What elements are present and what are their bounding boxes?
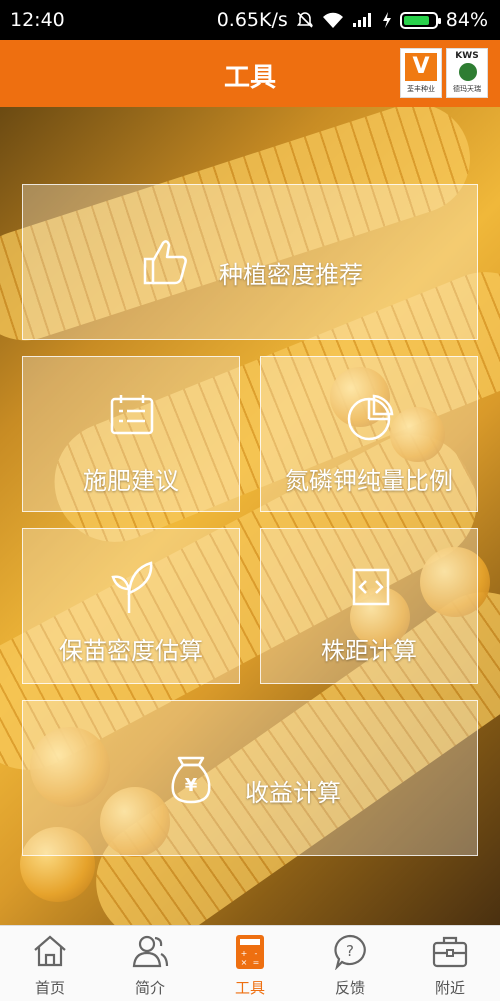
calculator-icon: + - × = bbox=[236, 935, 264, 969]
brand-logo: V 荃丰种业 bbox=[400, 48, 442, 98]
charging-icon bbox=[382, 12, 391, 28]
network-speed: 0.65K/s bbox=[216, 9, 288, 31]
arrows-box-icon bbox=[352, 568, 390, 606]
tile-npk-ratio-label: 氮磷钾纯量比例 bbox=[285, 467, 453, 495]
nav-intro[interactable]: 简介 bbox=[100, 926, 200, 1001]
svg-text:+: + bbox=[241, 949, 248, 958]
sprout-icon bbox=[111, 561, 153, 613]
pie-chart-icon bbox=[347, 394, 394, 441]
status-bar: 12:40 0.65K/s 84% bbox=[0, 0, 500, 40]
wifi-icon bbox=[322, 12, 343, 28]
app-header: 工具 V 荃丰种业 KWS 德玛天瑞 bbox=[0, 40, 500, 107]
tile-planting-density[interactable]: 种植密度推荐 bbox=[22, 184, 478, 340]
svg-text:×: × bbox=[241, 958, 248, 967]
svg-text:-: - bbox=[255, 949, 258, 958]
status-right: 0.65K/s 84% bbox=[217, 9, 488, 31]
calendar-list-icon bbox=[110, 395, 154, 435]
nav-tools[interactable]: + - × = 工具 bbox=[200, 926, 300, 1001]
kws-logo: KWS 德玛天瑞 bbox=[446, 48, 488, 98]
tile-fertilizer[interactable]: 施肥建议 bbox=[22, 356, 240, 512]
thumbs-up-icon bbox=[143, 240, 187, 285]
svg-text:=: = bbox=[253, 958, 260, 967]
tile-plant-spacing-label: 株距计算 bbox=[321, 637, 417, 665]
status-time: 12:40 bbox=[10, 9, 65, 31]
svg-text:?: ? bbox=[346, 942, 354, 960]
home-icon bbox=[34, 935, 66, 967]
bottom-nav: 首页 简介 + - × = 工具 ? 反馈 附近 bbox=[0, 925, 500, 1001]
nav-feedback-label: 反馈 bbox=[334, 979, 365, 997]
nav-home-label: 首页 bbox=[34, 979, 65, 997]
money-bag-icon: ¥ bbox=[171, 756, 211, 804]
nav-nearby[interactable]: 附近 bbox=[400, 926, 500, 1001]
svg-text:¥: ¥ bbox=[185, 775, 198, 796]
tile-seedling-density[interactable]: 保苗密度估算 bbox=[22, 528, 240, 684]
nav-intro-label: 简介 bbox=[134, 979, 165, 997]
tile-fertilizer-label: 施肥建议 bbox=[83, 467, 179, 495]
tile-plant-spacing[interactable]: 株距计算 bbox=[260, 528, 478, 684]
tile-npk-ratio[interactable]: 氮磷钾纯量比例 bbox=[260, 356, 478, 512]
signal-icon bbox=[352, 13, 371, 27]
nav-tools-label: 工具 bbox=[234, 979, 265, 997]
battery-icon bbox=[399, 11, 441, 29]
tile-profit-calc-label: 收益计算 bbox=[245, 779, 341, 807]
nav-feedback[interactable]: ? 反馈 bbox=[300, 926, 400, 1001]
nav-home[interactable]: 首页 bbox=[0, 926, 100, 1001]
question-bubble-icon: ? bbox=[334, 934, 366, 970]
tile-seedling-density-label: 保苗密度估算 bbox=[59, 637, 203, 665]
people-icon bbox=[132, 935, 169, 968]
tile-profit-calc[interactable]: ¥ 收益计算 bbox=[22, 700, 478, 856]
tile-planting-density-label: 种植密度推荐 bbox=[219, 261, 363, 289]
mute-bell-icon bbox=[296, 12, 313, 28]
nav-nearby-label: 附近 bbox=[434, 979, 465, 997]
battery-percent: 84% bbox=[445, 9, 488, 31]
briefcase-icon bbox=[432, 936, 468, 968]
